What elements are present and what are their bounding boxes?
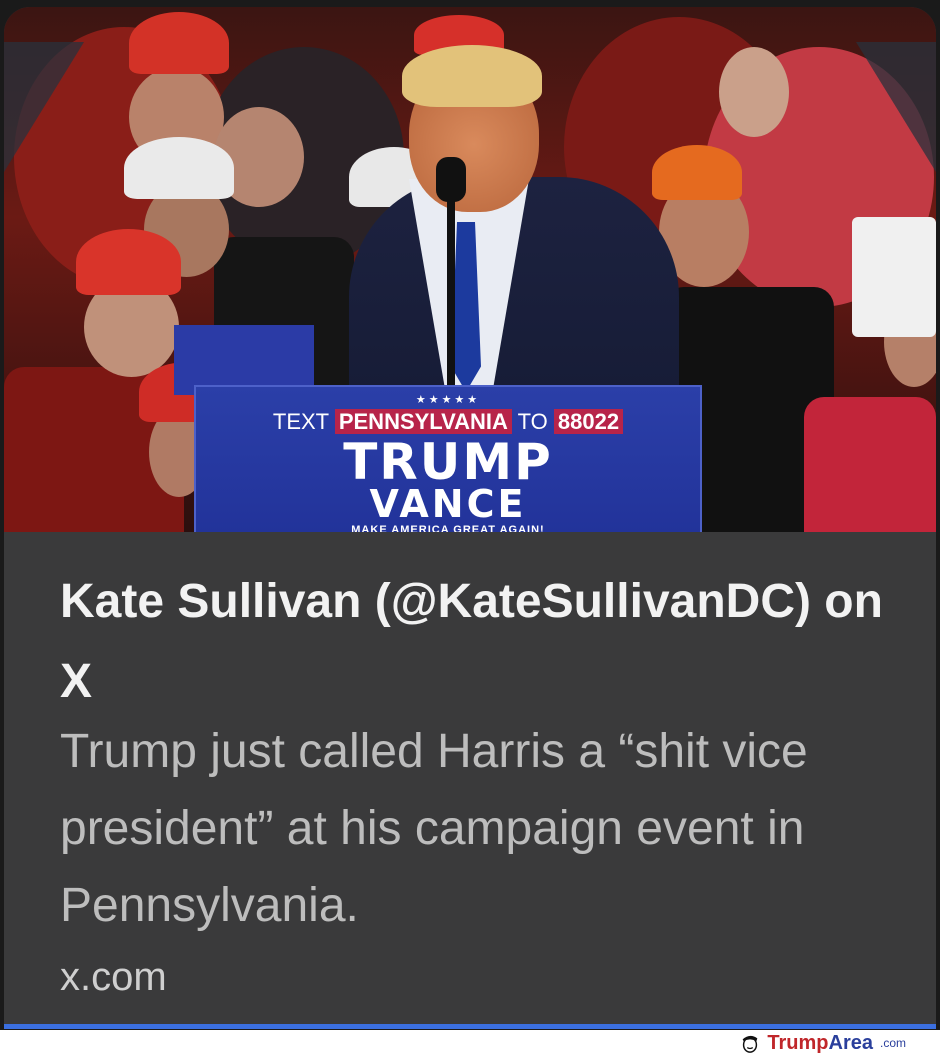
watermark-brand-accent: Area [828, 1031, 873, 1054]
card-accent-bar [4, 1024, 936, 1029]
link-title[interactable]: Kate Sullivan (@KateSullivanDC) on X [60, 562, 920, 722]
podium-name-top: TRUMP [343, 433, 553, 491]
podium-sign: ★★★★★ TEXT PENNSYLVANIA TO 88022 TRUMP V… [194, 385, 702, 532]
link-description: Trump just called Harris a “shit vice pr… [60, 725, 808, 932]
podium-text-prefix: TEXT [272, 409, 329, 434]
podium-slogan: MAKE AMERICA GREAT AGAIN! [351, 524, 545, 532]
link-preview-card[interactable]: ★★★★★ TEXT PENNSYLVANIA TO 88022 TRUMP V… [4, 7, 936, 1026]
link-domain: x.com [60, 955, 167, 999]
watermark: TrumpArea .com [739, 1031, 906, 1055]
podium-text-number: 88022 [553, 409, 624, 434]
watermark-brand: TrumpArea [767, 1032, 873, 1055]
trump-face-icon [743, 1035, 758, 1053]
podium-text-keyword: PENNSYLVANIA [334, 409, 512, 434]
podium-name-bottom: VANCE [369, 482, 527, 526]
watermark-brand-part: Trump [767, 1031, 829, 1054]
podium-text-middle: TO [517, 409, 548, 434]
watermark-suffix: .com [879, 1036, 906, 1050]
podium-text-line: TEXT PENNSYLVANIA TO 88022 [267, 408, 629, 436]
podium-stars: ★★★★★ [415, 394, 481, 406]
preview-image: ★★★★★ TEXT PENNSYLVANIA TO 88022 TRUMP V… [4, 7, 936, 532]
